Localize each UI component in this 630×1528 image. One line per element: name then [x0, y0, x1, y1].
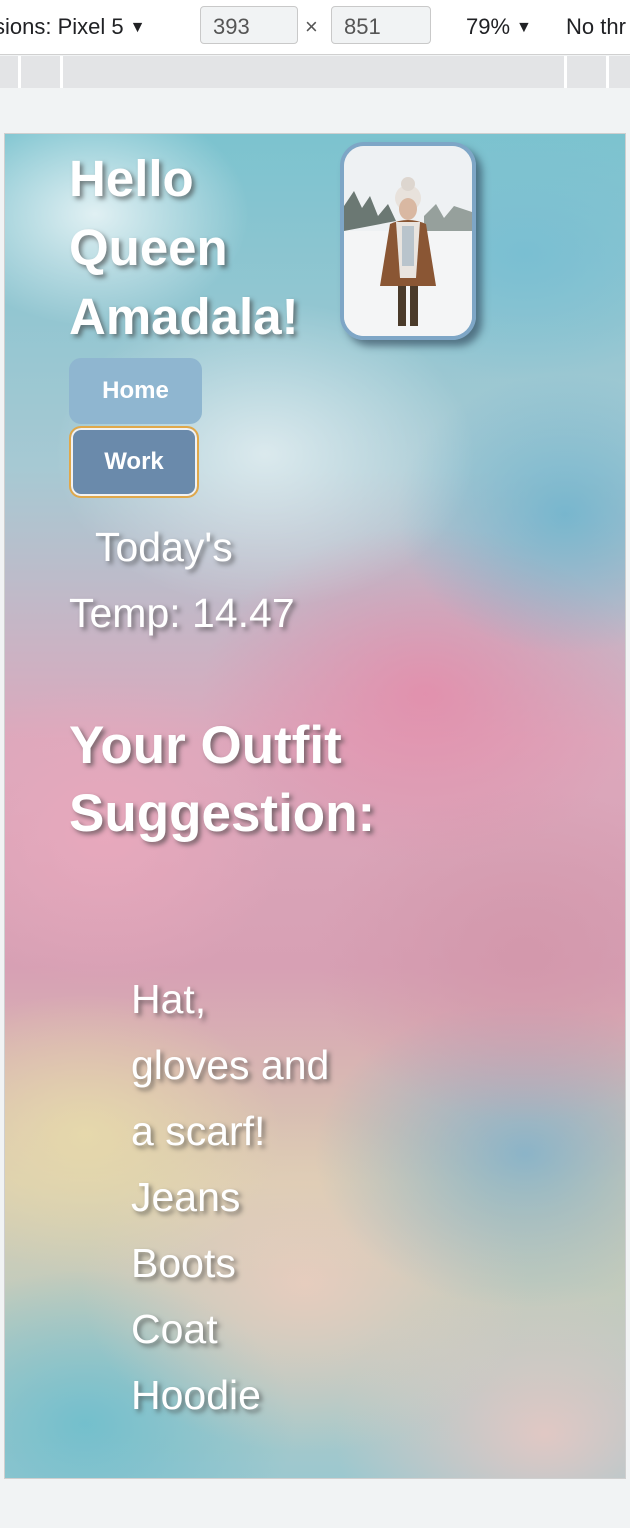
devtools-toolbar: sions: Pixel 5 ▼ 393 × 851 79% ▼ No thr — [0, 0, 630, 55]
device-select-label: sions: Pixel 5 — [0, 14, 124, 39]
outfit-list: Hat, gloves and a scarf! Jeans Boots Coa… — [131, 966, 331, 1428]
zoom-select[interactable]: 79% ▼ — [466, 14, 532, 40]
ruler-divider — [564, 56, 567, 88]
ruler-divider — [60, 56, 63, 88]
height-input[interactable]: 851 — [331, 6, 431, 44]
ruler-divider — [606, 56, 609, 88]
home-button[interactable]: Home — [69, 358, 202, 424]
list-item: Jeans — [131, 1174, 241, 1220]
device-select[interactable]: sions: Pixel 5 ▼ — [0, 14, 145, 40]
zoom-label: 79% — [466, 14, 511, 39]
woman-in-snow-image — [344, 146, 472, 336]
list-item: Hat, gloves and a scarf! — [131, 976, 330, 1154]
list-item: Coat — [131, 1306, 218, 1352]
greeting-heading: Hello Queen Amadala! — [69, 150, 299, 345]
outfit-heading: Your Outfit Suggestion: — [69, 716, 376, 843]
times-icon: × — [305, 14, 318, 39]
width-input[interactable]: 393 — [200, 6, 298, 44]
ruler-divider — [18, 56, 21, 88]
chevron-down-icon: ▼ — [129, 19, 146, 36]
page-viewport: Hello Queen Amadala! Home Work Today's T… — [4, 133, 626, 1479]
throttle-select[interactable]: No thr — [566, 14, 626, 40]
list-item: Hoodie — [131, 1372, 261, 1418]
profile-photo — [340, 142, 476, 340]
work-button[interactable]: Work — [69, 426, 199, 498]
temperature-text: Today's Temp: 14.47 — [69, 524, 295, 636]
chevron-down-icon: ▼ — [516, 19, 532, 36]
list-item: Boots — [131, 1240, 236, 1286]
media-query-ruler — [0, 56, 630, 88]
